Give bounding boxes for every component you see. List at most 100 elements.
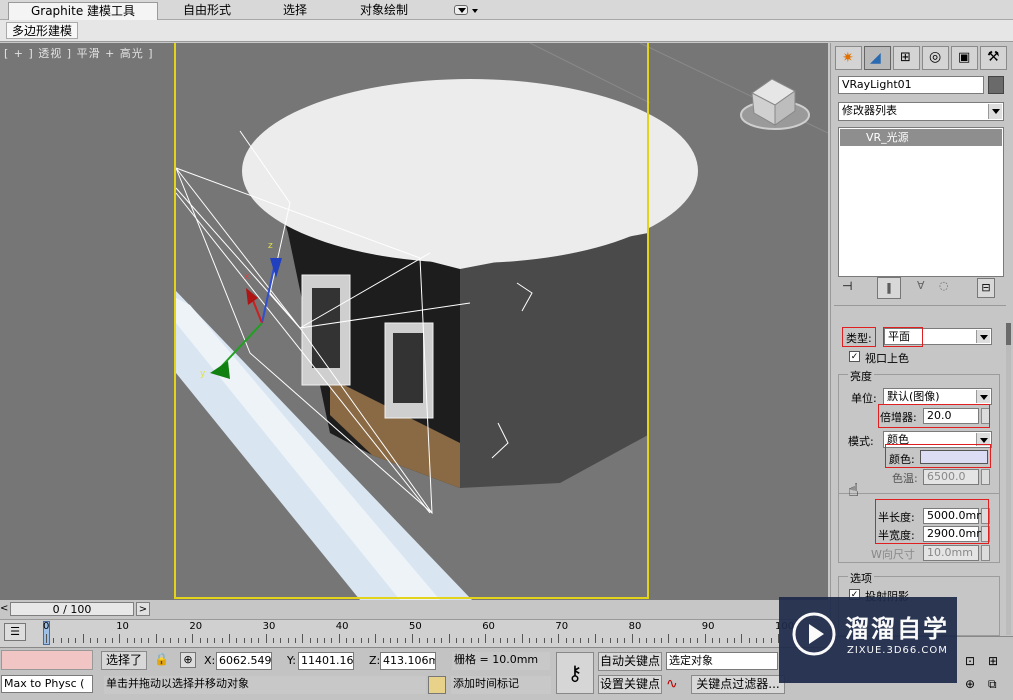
timeline-tick [192, 634, 194, 643]
timeline-tick [682, 638, 684, 643]
tab-graphite-modeling[interactable]: Graphite 建模工具 [8, 2, 158, 20]
timeline-tick [119, 634, 121, 643]
show-end-result-icon[interactable]: ‖ [877, 277, 901, 299]
timeline-tick [726, 638, 728, 643]
unit-label: 单位: [851, 392, 877, 405]
watermark-brand: 溜溜自学 [845, 615, 949, 643]
time-slider[interactable]: 0 / 100 [10, 602, 134, 616]
modifier-list-label: 修改器列表 [842, 104, 897, 117]
viewcube-icon[interactable] [740, 78, 810, 130]
timeline-tick [75, 638, 77, 643]
configure-sets-icon[interactable]: ⊟ [977, 278, 995, 298]
tab-polygon-modeling[interactable]: 多边形建模 [6, 22, 79, 39]
remove-modifier-icon[interactable]: ◌ [939, 279, 957, 297]
modifier-stack[interactable]: VR_光源 [838, 127, 1004, 277]
maximize-viewport-icon[interactable]: ⧉ [988, 677, 1004, 693]
track-bar-icon[interactable]: ☰ [4, 623, 26, 641]
w-size-spinner[interactable] [981, 545, 990, 561]
safe-frame [174, 43, 649, 599]
w-size-label: W向尺寸 [871, 548, 915, 561]
timeline-tick [104, 638, 106, 643]
object-color-swatch[interactable] [988, 76, 1004, 94]
next-frame-icon[interactable]: > [136, 602, 150, 616]
timeline-tick [338, 634, 340, 643]
timeline-tick [748, 638, 750, 643]
tab-freeform[interactable]: 自由形式 [168, 2, 246, 19]
highlight-multiplier [878, 404, 990, 428]
hierarchy-tab-icon[interactable]: ⊞ [893, 46, 920, 70]
tab-selection[interactable]: 选择 [266, 2, 324, 19]
perspective-viewport[interactable]: [ + ] 透视 ] 平滑 + 高光 ] x y z [0, 43, 828, 600]
create-tab-icon[interactable]: ✷ [835, 46, 862, 70]
modifier-list-dropdown[interactable]: 修改器列表 [838, 102, 1004, 121]
timeline-tick [565, 638, 567, 643]
motion-tab-icon[interactable]: ◎ [922, 46, 949, 70]
add-time-tag[interactable]: 添加时间标记 [451, 676, 551, 694]
z-label: Z: [369, 654, 381, 667]
maxscript-listener[interactable] [1, 650, 93, 670]
timeline-ruler[interactable]: ☰ 0102030405060708090100 [0, 619, 830, 647]
zoom-extents-icon[interactable]: ⊡ [965, 654, 981, 670]
timeline-tick-label: 20 [189, 621, 203, 632]
watermark-url: ZIXUE.3D66.COM [847, 645, 948, 656]
timeline-tick [580, 638, 582, 643]
selection-set-dropdown[interactable]: 选定对象 [666, 652, 778, 670]
timeline-tick [360, 638, 362, 643]
timeline-tick [236, 638, 238, 643]
timeline-tick [514, 638, 516, 643]
z-coord-field[interactable]: 413.106mm [380, 652, 436, 670]
script-mini-field[interactable]: Max to Physc ( [1, 675, 93, 693]
ribbon-options-dropdown[interactable] [454, 5, 468, 15]
viewport-color-checkbox[interactable]: ✓ [849, 351, 860, 362]
modify-tab-icon[interactable]: ◢ [864, 46, 891, 70]
timeline-tick [697, 638, 699, 643]
timeline-tick [499, 638, 501, 643]
x-coord-field[interactable]: 6062.549m [216, 652, 272, 670]
panel-scrollbar[interactable] [1006, 323, 1011, 635]
timeline-tick [265, 634, 267, 643]
key-filters-button[interactable]: 关键点过滤器... [691, 675, 785, 694]
timeline-tick [441, 638, 443, 643]
timeline-tick [89, 638, 91, 643]
set-key-button[interactable]: 设置关键点 [598, 675, 662, 694]
timeline-tick [660, 638, 662, 643]
temperature-spinner[interactable] [981, 469, 990, 485]
timeline-tick [485, 634, 487, 643]
timeline-tick [551, 638, 553, 643]
object-name-field[interactable]: VRayLight01 [838, 76, 984, 94]
timeline-tick-label: 80 [628, 621, 642, 632]
auto-key-button[interactable]: 自动关键点 [598, 652, 662, 671]
make-unique-icon[interactable]: ∀ [917, 279, 935, 297]
selection-count: 选择了 [101, 651, 147, 670]
utilities-tab-icon[interactable]: ⚒ [980, 46, 1007, 70]
timeline-tick [412, 634, 413, 643]
timeline-tick [67, 638, 69, 643]
timeline-tick [368, 638, 370, 643]
timeline-tick-label: 40 [335, 621, 349, 632]
timeline-tick [704, 634, 706, 643]
time-tag-icon[interactable] [428, 676, 446, 694]
temperature-field[interactable]: 6500.0 [923, 469, 979, 485]
y-coord-field[interactable]: 11401.165 [298, 652, 354, 670]
w-size-field[interactable]: 10.0mm [923, 545, 979, 561]
timeline-tick-label: 60 [482, 621, 495, 632]
key-icon[interactable]: ⚷ [556, 652, 594, 694]
prev-frame-icon[interactable]: < [0, 603, 8, 615]
timeline-tick [214, 638, 216, 643]
zoom-all-icon[interactable]: ⊞ [988, 654, 1004, 670]
pin-stack-icon[interactable]: ⊣ [842, 279, 864, 297]
chevron-down-icon[interactable] [472, 9, 478, 13]
display-tab-icon[interactable]: ▣ [951, 46, 978, 70]
stack-item[interactable]: VR_光源 [840, 129, 1002, 146]
key-mode-icon[interactable]: ∿ [666, 676, 688, 695]
timeline-tick [646, 638, 648, 643]
timeline-tick [221, 638, 223, 643]
absolute-mode-icon[interactable]: ⊕ [180, 652, 196, 668]
orbit-icon[interactable]: ⊕ [965, 677, 981, 693]
lock-icon[interactable]: 🔒 [154, 652, 170, 668]
timeline-tick [770, 638, 772, 643]
unit-dropdown[interactable]: 默认(图像) [883, 388, 992, 405]
timeline-tick [185, 638, 187, 643]
tab-object-paint[interactable]: 对象绘制 [344, 2, 424, 19]
timeline-tick [155, 634, 157, 643]
